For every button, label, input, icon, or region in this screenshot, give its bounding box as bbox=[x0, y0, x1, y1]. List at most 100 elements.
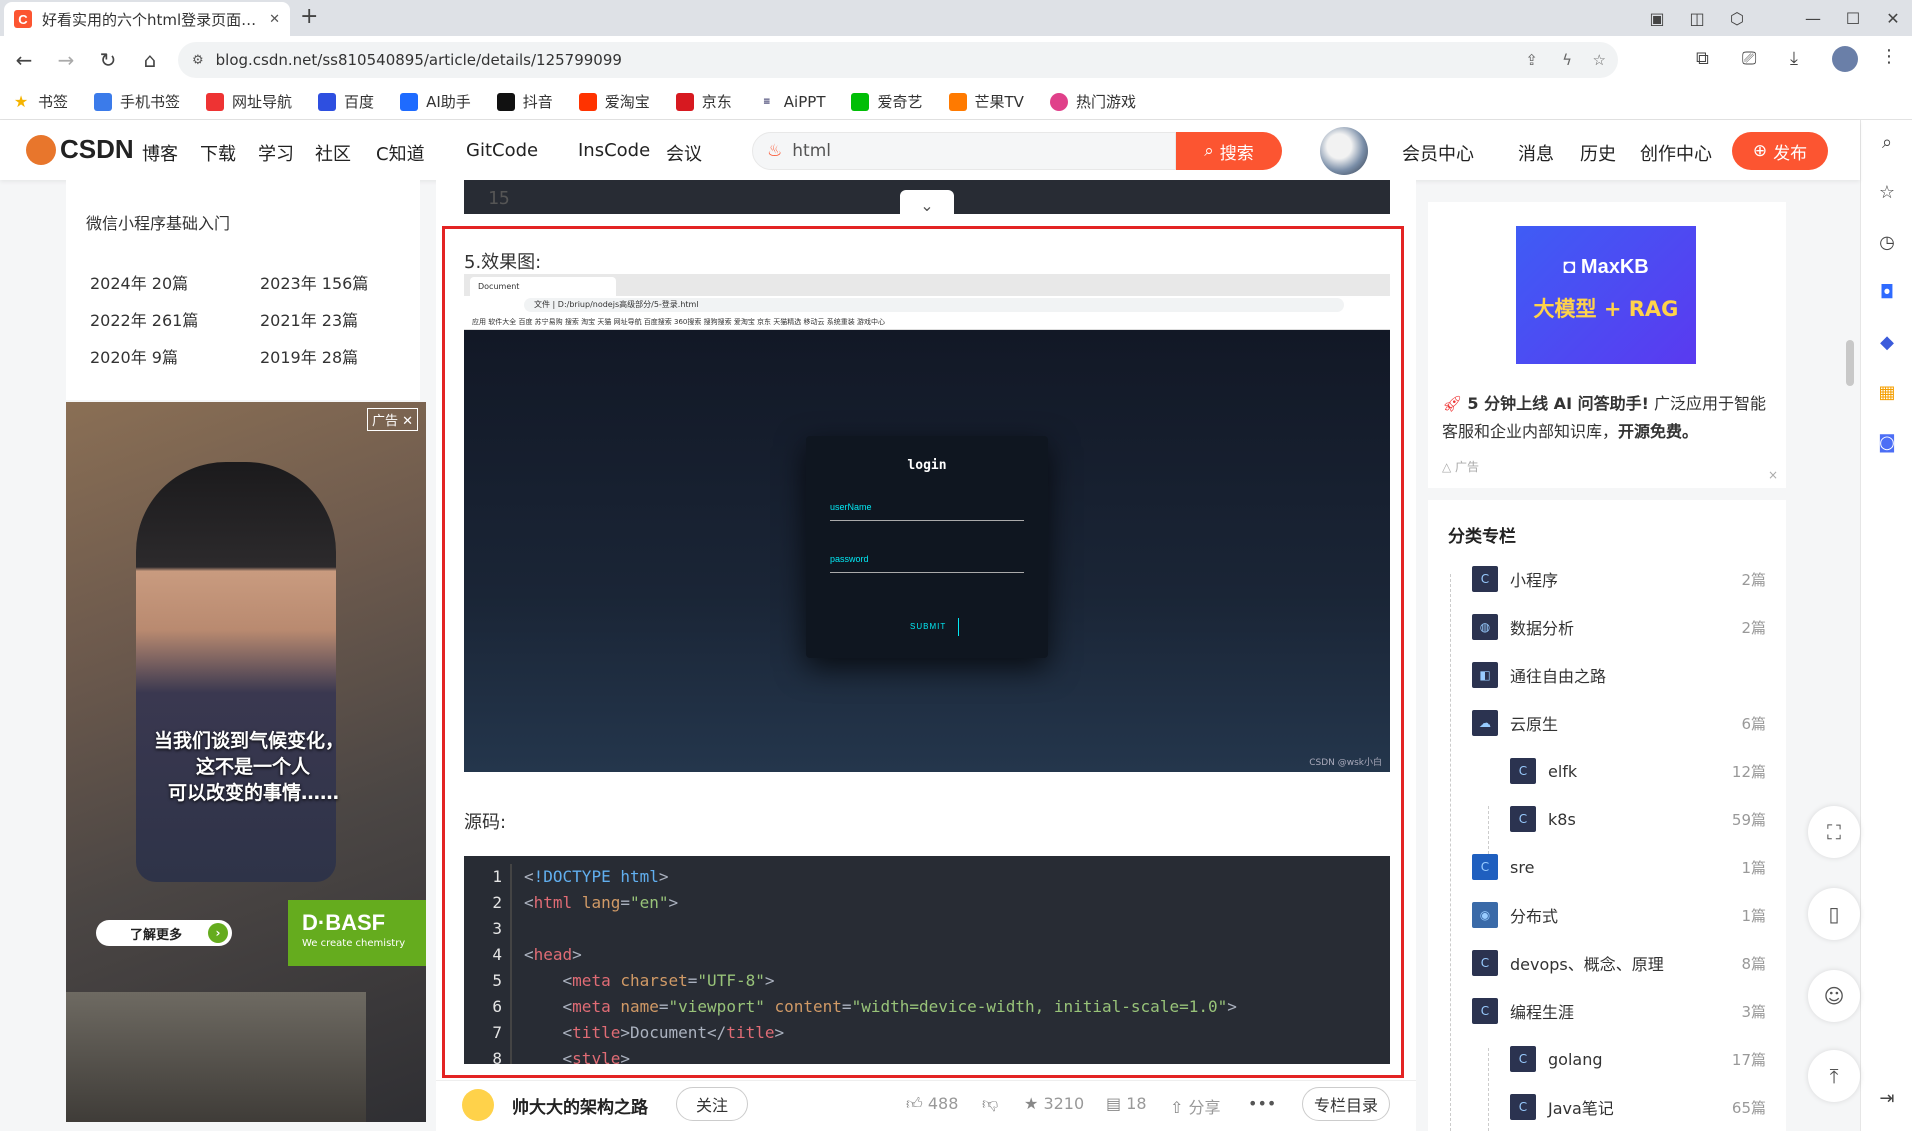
category-item[interactable]: C Java笔记 65篇 bbox=[1510, 1092, 1786, 1122]
category-item[interactable]: Cgolang 17篇 bbox=[1510, 1044, 1786, 1074]
related-link[interactable]: 微信小程序基础入门 bbox=[86, 210, 230, 234]
comment-button[interactable]: ▤ 18 bbox=[1106, 1094, 1147, 1113]
favorites-icon[interactable]: ☆ bbox=[1873, 178, 1901, 206]
extension-icon[interactable]: ⧉ bbox=[1696, 48, 1709, 69]
category-item[interactable]: ◧ 通往自由之路 bbox=[1472, 660, 1786, 690]
bookmark-star-icon[interactable]: ☆ bbox=[1593, 51, 1606, 69]
column-toc-button[interactable]: 专栏目录 bbox=[1302, 1087, 1390, 1121]
ad-tag[interactable]: 广告 ✕ bbox=[366, 408, 418, 431]
mobile-view-icon[interactable]: ▯ bbox=[1808, 888, 1860, 940]
favorite-button[interactable]: ★ 3210 bbox=[1024, 1094, 1084, 1113]
bookmark-item[interactable]: 爱淘宝 bbox=[578, 91, 650, 112]
search-button[interactable]: ⌕ 搜索 bbox=[1176, 132, 1282, 170]
category-item[interactable]: ☁ 云原生 6篇 bbox=[1472, 708, 1786, 738]
dislike-button[interactable]: 👎︎ bbox=[982, 1094, 998, 1114]
bookmark-item[interactable]: 手机书签 bbox=[94, 91, 180, 112]
bookmark-item[interactable]: ≡ AiPPT bbox=[758, 93, 825, 111]
ad-description[interactable]: 🚀︎ 5 分钟上线 AI 问答助手! 广泛应用于智能客服和企业内部知识库，开源免… bbox=[1442, 390, 1772, 446]
category-item[interactable]: Csre 1篇 bbox=[1472, 852, 1786, 882]
learn-more-button[interactable]: 了解更多 › bbox=[96, 920, 232, 946]
bookmark-item[interactable]: 芒果TV bbox=[948, 91, 1024, 112]
like-button[interactable]: 👍︎ 488 bbox=[906, 1094, 958, 1114]
archive-item[interactable]: 2024年 20篇 bbox=[90, 270, 188, 294]
bookmark-item[interactable]: AI助手 bbox=[400, 91, 471, 112]
archive-item[interactable]: 2020年 9篇 bbox=[90, 344, 178, 368]
reload-icon[interactable]: ↻ bbox=[90, 42, 126, 78]
share-icon[interactable]: ⇪ bbox=[1525, 51, 1538, 69]
category-item[interactable]: C 小程序 2篇 bbox=[1472, 564, 1786, 594]
category-item[interactable]: C 编程生涯 3篇 bbox=[1472, 996, 1786, 1026]
gamepad-icon[interactable]: ◆ bbox=[1873, 328, 1901, 356]
nav-messages[interactable]: 消息 bbox=[1518, 140, 1554, 166]
share-button[interactable]: ⇧ 分享 bbox=[1170, 1094, 1221, 1118]
category-item[interactable]: Ck8s 59篇 bbox=[1510, 804, 1786, 834]
nav-vip[interactable]: 会员中心 bbox=[1402, 140, 1474, 166]
scrollbar-thumb[interactable] bbox=[1846, 340, 1854, 386]
expand-code-button[interactable]: ⌄ bbox=[900, 190, 954, 220]
bookmark-item[interactable]: 京东 bbox=[675, 91, 732, 112]
screenshot-icon[interactable]: ⎚ bbox=[1742, 48, 1756, 69]
bookmark-item[interactable]: 百度 bbox=[318, 91, 374, 112]
forward-icon[interactable]: → bbox=[48, 42, 84, 78]
search-icon[interactable]: ⌕ bbox=[1873, 128, 1901, 156]
menu-icon[interactable]: ⋮ bbox=[1880, 46, 1898, 67]
speed-icon[interactable]: ϟ bbox=[1562, 51, 1572, 69]
code-block[interactable]: 1 <!DOCTYPE html> 2 <html lang="en"> 3 4 <h… bbox=[464, 856, 1390, 1064]
nav-history[interactable]: 历史 bbox=[1580, 140, 1616, 166]
split-screen-icon[interactable]: ◫ bbox=[1682, 4, 1712, 32]
category-item[interactable]: Celfk 12篇 bbox=[1510, 756, 1786, 786]
category-item[interactable]: ◉ 分布式 1篇 bbox=[1472, 900, 1786, 930]
ai-icon[interactable]: ◘ bbox=[1873, 278, 1901, 306]
bookmark-item[interactable]: 抖音 bbox=[496, 91, 553, 112]
bookmark-item[interactable]: 爱奇艺 bbox=[851, 91, 923, 112]
bookmark-item[interactable]: 热门游戏 bbox=[1049, 91, 1136, 112]
translate-icon[interactable]: ◙ bbox=[1873, 428, 1901, 456]
feedback-icon[interactable]: ☺ bbox=[1808, 970, 1860, 1022]
category-item[interactable]: ◍ 数据分析 2篇 bbox=[1472, 612, 1786, 642]
nav-download[interactable]: 下载 bbox=[200, 140, 236, 166]
nav-learn[interactable]: 学习 bbox=[258, 140, 294, 166]
basf-ad[interactable]: 广告 ✕ 当我们谈到气候变化， 这不是一个人 可以改变的事情…… 了解更多 › D… bbox=[66, 402, 426, 1122]
tab-close-icon[interactable]: ✕ bbox=[269, 12, 280, 27]
history-icon[interactable]: ◷ bbox=[1873, 228, 1901, 256]
maxkb-ad[interactable]: ◘ MaxKB 大模型 + RAG 🚀︎ 5 分钟上线 AI 问答助手! 广泛应… bbox=[1428, 202, 1786, 488]
archive-item[interactable]: 2022年 261篇 bbox=[90, 307, 198, 331]
search-input[interactable]: ♨ html bbox=[752, 132, 1176, 170]
nav-meeting[interactable]: 会议 bbox=[666, 140, 702, 166]
archive-item[interactable]: 2019年 28篇 bbox=[260, 344, 358, 368]
home-icon[interactable]: ⌂ bbox=[132, 42, 168, 78]
nav-blog[interactable]: 博客 bbox=[142, 140, 178, 166]
profile-avatar[interactable] bbox=[1832, 46, 1858, 72]
nav-inscode[interactable]: InsCode bbox=[578, 140, 650, 161]
follow-button[interactable]: 关注 bbox=[676, 1087, 748, 1121]
publish-button[interactable]: ⊕ 发布 bbox=[1732, 132, 1828, 170]
close-window-icon[interactable]: ✕ bbox=[1878, 4, 1908, 32]
collapse-sidebar-icon[interactable]: ⇥ bbox=[1873, 1084, 1901, 1112]
csdn-logo[interactable]: CSDN bbox=[26, 134, 134, 165]
maxkb-banner[interactable]: ◘ MaxKB 大模型 + RAG bbox=[1516, 226, 1696, 364]
author-name[interactable]: 帅大大的架构之路 bbox=[512, 1093, 648, 1118]
archive-item[interactable]: 2023年 156篇 bbox=[260, 270, 368, 294]
archive-item[interactable]: 2021年 23篇 bbox=[260, 307, 358, 331]
maximize-icon[interactable]: ☐ bbox=[1838, 4, 1868, 32]
back-icon[interactable]: ← bbox=[6, 42, 42, 78]
bookmark-item[interactable]: 网址导航 bbox=[206, 91, 292, 112]
new-tab-button[interactable]: + bbox=[300, 4, 318, 29]
more-button[interactable]: ••• bbox=[1248, 1094, 1276, 1113]
extensions-icon[interactable]: ⬡ bbox=[1722, 4, 1752, 32]
back-to-top-icon[interactable]: ⤒ bbox=[1808, 1050, 1860, 1102]
browser-tab[interactable]: C 好看实用的六个html登录页面_登 ✕ bbox=[4, 2, 290, 36]
nav-community[interactable]: 社区 bbox=[315, 140, 351, 166]
download-icon[interactable]: ⤓ bbox=[1790, 48, 1798, 69]
fullscreen-icon[interactable]: ⛶ bbox=[1808, 806, 1860, 858]
author-avatar[interactable] bbox=[462, 1089, 494, 1121]
toolbox-icon[interactable]: ▦ bbox=[1873, 378, 1901, 406]
minimize-icon[interactable]: — bbox=[1798, 4, 1828, 32]
nav-gitcode[interactable]: GitCode bbox=[466, 140, 538, 161]
nav-creator[interactable]: 创作中心 bbox=[1640, 140, 1712, 166]
ad-close-icon[interactable]: × bbox=[1768, 468, 1778, 482]
tab-actions-icon[interactable]: ▣ bbox=[1642, 4, 1672, 32]
site-info-icon[interactable]: ⚙ bbox=[192, 53, 204, 68]
user-avatar[interactable] bbox=[1320, 127, 1368, 175]
url-field[interactable]: ⚙ blog.csdn.net/ss810540895/article/deta… bbox=[178, 42, 1618, 78]
